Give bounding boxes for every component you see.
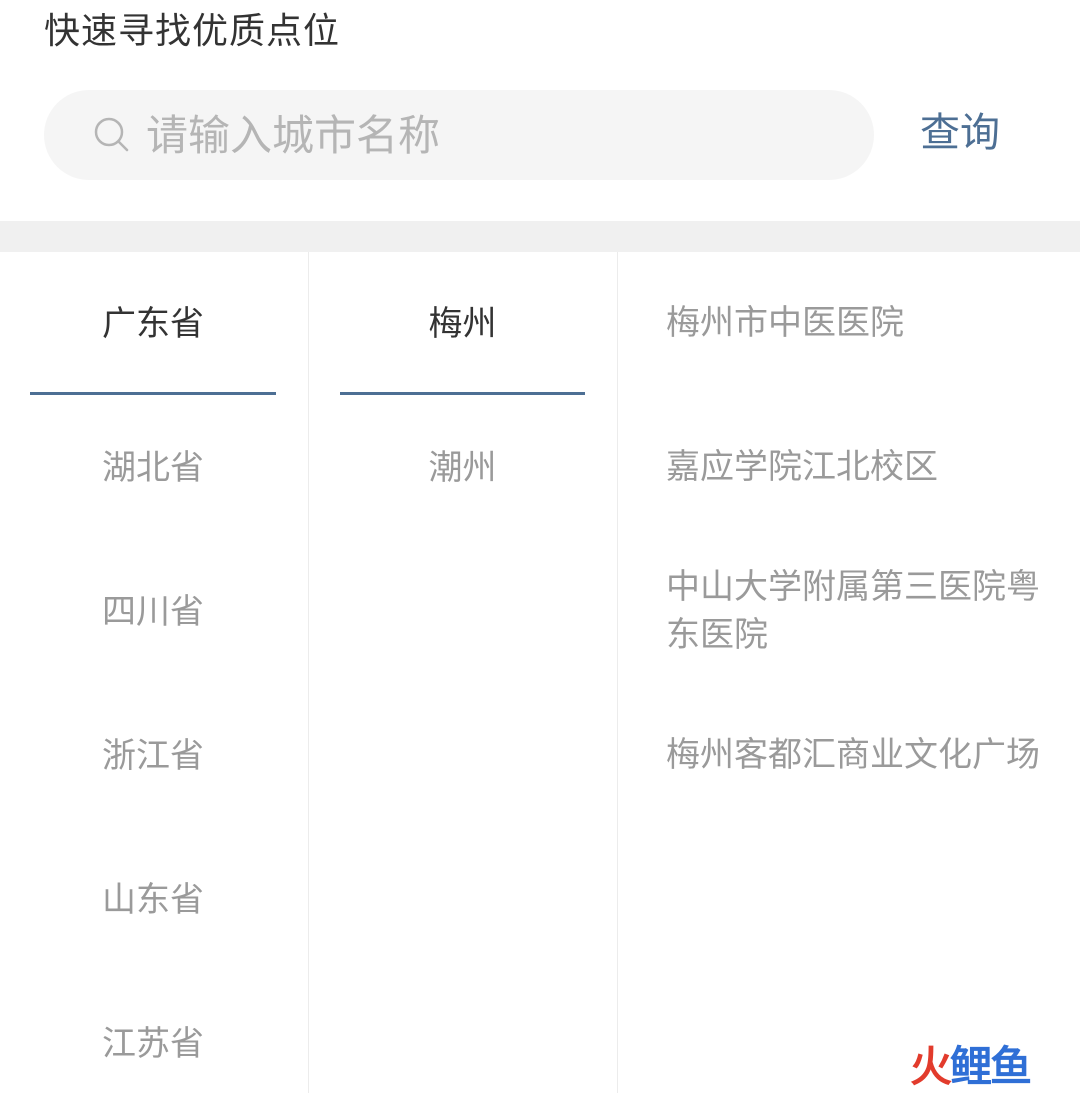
location-item[interactable]: 嘉应学院江北校区 [666, 443, 1046, 491]
page: 快速寻找优质点位 查询 广东省 湖北省 四川省 浙江省 山东省 江苏省 梅州 潮… [0, 0, 1080, 1093]
province-item-guangdong[interactable]: 广东省 [30, 252, 276, 396]
location-item[interactable]: 中山大学附属第三医院粤东医院 [666, 563, 1046, 659]
watermark-logo: 火鲤鱼 [910, 1042, 1032, 1092]
city-item-chaozhou[interactable]: 潮州 [340, 396, 585, 540]
province-item-sichuan[interactable]: 四川省 [30, 540, 276, 684]
province-active-indicator [30, 392, 276, 395]
location-item[interactable]: 梅州市中医医院 [666, 299, 1046, 347]
province-column: 广东省 湖北省 四川省 浙江省 山东省 江苏省 [0, 252, 309, 1093]
search-icon [94, 117, 129, 152]
city-item-meizhou[interactable]: 梅州 [340, 252, 585, 396]
city-active-indicator [340, 392, 585, 395]
section-divider [0, 221, 1080, 252]
page-title: 快速寻找优质点位 [44, 11, 341, 52]
location-item[interactable]: 梅州客都汇商业文化广场 [666, 731, 1046, 779]
city-column: 梅州 潮州 [309, 252, 618, 1093]
province-item-shandong[interactable]: 山东省 [30, 828, 276, 972]
query-button[interactable]: 查询 [920, 108, 1000, 158]
province-item-jiangsu[interactable]: 江苏省 [30, 972, 276, 1093]
search-box[interactable] [44, 90, 874, 180]
watermark-text-1: 火 [910, 1042, 952, 1091]
watermark-text-2: 鲤鱼 [950, 1042, 1032, 1091]
province-item-hubei[interactable]: 湖北省 [30, 396, 276, 540]
location-column: 梅州市中医医院 嘉应学院江北校区 中山大学附属第三医院粤东医院 梅州客都汇商业文… [618, 252, 1080, 1093]
search-input[interactable] [146, 90, 846, 180]
province-item-zhejiang[interactable]: 浙江省 [30, 684, 276, 828]
